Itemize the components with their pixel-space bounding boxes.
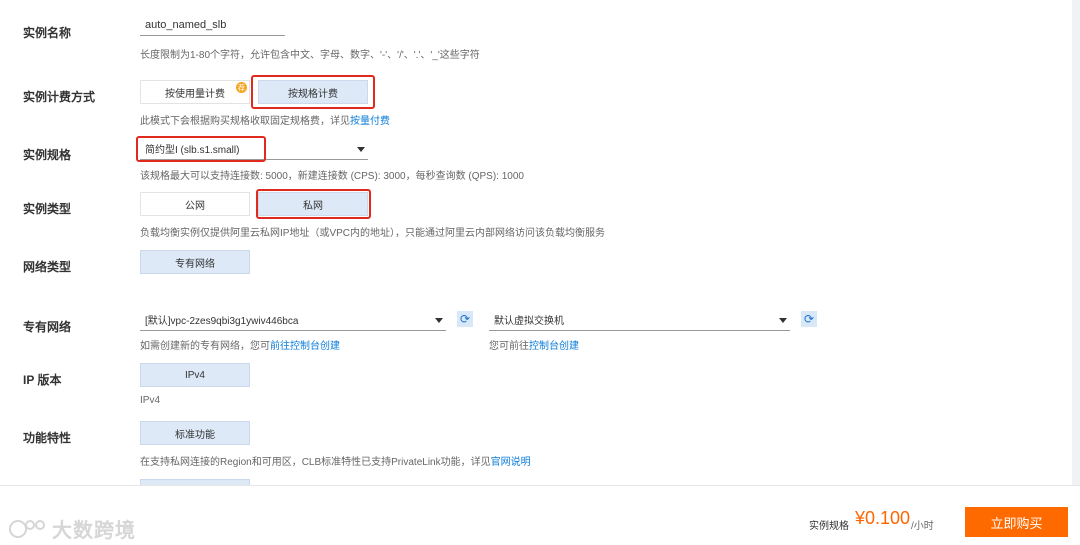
network-type-vpc-option[interactable]: 专有网络 (140, 250, 250, 274)
purchase-footer: 大数跨境 实例规格 ¥0.100 /小时 立即购买 (0, 485, 1080, 545)
network-type-label: 网络类型 (23, 260, 72, 274)
vpc-label: 专有网络 (23, 320, 72, 334)
features-label: 功能特性 (23, 431, 72, 445)
instance-name-input[interactable] (140, 14, 285, 36)
features-hint: 在支持私网连接的Region和可用区，CLB标准特性已支持PrivateLink… (140, 453, 531, 468)
billing-hint: 此模式下会根据购买规格收取固定规格费，详见按量付费 (140, 112, 390, 127)
vpc-select-value: [默认]vpc-2zes9qbi3g1ywiv446bca (145, 316, 299, 327)
ip-version-option[interactable]: IPv4 (140, 363, 250, 387)
vswitch-select-value: 默认虚拟交换机 (494, 316, 564, 327)
highlight-billing-spec (251, 75, 375, 109)
features-option[interactable]: 标准功能 (140, 421, 250, 445)
instance-name-label: 实例名称 (23, 26, 72, 40)
refresh-vpc-icon[interactable]: ⟳ (457, 311, 473, 327)
type-hint: 负载均衡实例仅提供阿里云私网IP地址（或VPC内的地址），只能通过阿里云内部网络… (140, 228, 606, 239)
footer-price: ¥0.100 (855, 508, 911, 528)
vpc-select[interactable]: [默认]vpc-2zes9qbi3g1ywiv446bca (140, 309, 446, 331)
highlight-spec (136, 136, 266, 162)
type-label: 实例类型 (23, 202, 72, 216)
pay-as-you-go-link[interactable]: 按量付费 (350, 116, 390, 127)
billing-option-usage[interactable]: 按使用量计费 (140, 80, 250, 104)
billing-label: 实例计费方式 (23, 90, 96, 104)
vpc-hint: 如需创建新的专有网络，您可前往控制台创建 (140, 337, 340, 352)
vpc-hint-text: 如需创建新的专有网络，您可 (140, 341, 270, 352)
vswitch-select[interactable]: 默认虚拟交换机 (489, 309, 790, 331)
type-option-public[interactable]: 公网 (140, 192, 250, 216)
watermark: 大数跨境 (8, 514, 136, 543)
buy-now-button[interactable]: 立即购买 (965, 507, 1068, 537)
spec-label: 实例规格 (23, 148, 72, 162)
chevron-down-icon (779, 318, 787, 323)
chevron-down-icon (357, 147, 365, 152)
footer-spec-label: 实例规格 (809, 521, 849, 532)
vswitch-console-link[interactable]: 控制台创建 (529, 341, 579, 352)
ip-version-hint: IPv4 (140, 395, 161, 406)
scrollbar-track[interactable] (1072, 0, 1080, 485)
highlight-type-private (256, 189, 371, 219)
ip-version-label: IP 版本 (23, 373, 62, 387)
features-hint-text: 在支持私网连接的Region和可用区，CLB标准特性已支持PrivateLink… (140, 457, 491, 468)
vswitch-hint-text: 您可前往 (489, 341, 529, 352)
recommend-badge: 荐 (236, 82, 247, 93)
watermark-logo-icon (9, 519, 45, 538)
spec-hint: 该规格最大可以支持连接数: 5000，新建连接数 (CPS): 3000，每秒查… (140, 171, 524, 182)
footer-price-unit: /小时 (911, 521, 934, 532)
instance-name-hint: 长度限制为1-80个字符，允许包含中文、字母、数字、'-'、'/'、'.'、'_… (140, 50, 480, 61)
refresh-vswitch-icon[interactable]: ⟳ (801, 311, 817, 327)
chevron-down-icon (435, 318, 443, 323)
official-doc-link[interactable]: 官网说明 (491, 457, 531, 468)
vswitch-hint: 您可前往控制台创建 (489, 337, 579, 352)
form-panel: 实例名称 长度限制为1-80个字符，允许包含中文、字母、数字、'-'、'/'、'… (0, 0, 1072, 485)
watermark-text: 大数跨境 (52, 520, 136, 542)
vpc-console-link[interactable]: 前往控制台创建 (270, 341, 340, 352)
billing-hint-text: 此模式下会根据购买规格收取固定规格费，详见 (140, 116, 350, 127)
